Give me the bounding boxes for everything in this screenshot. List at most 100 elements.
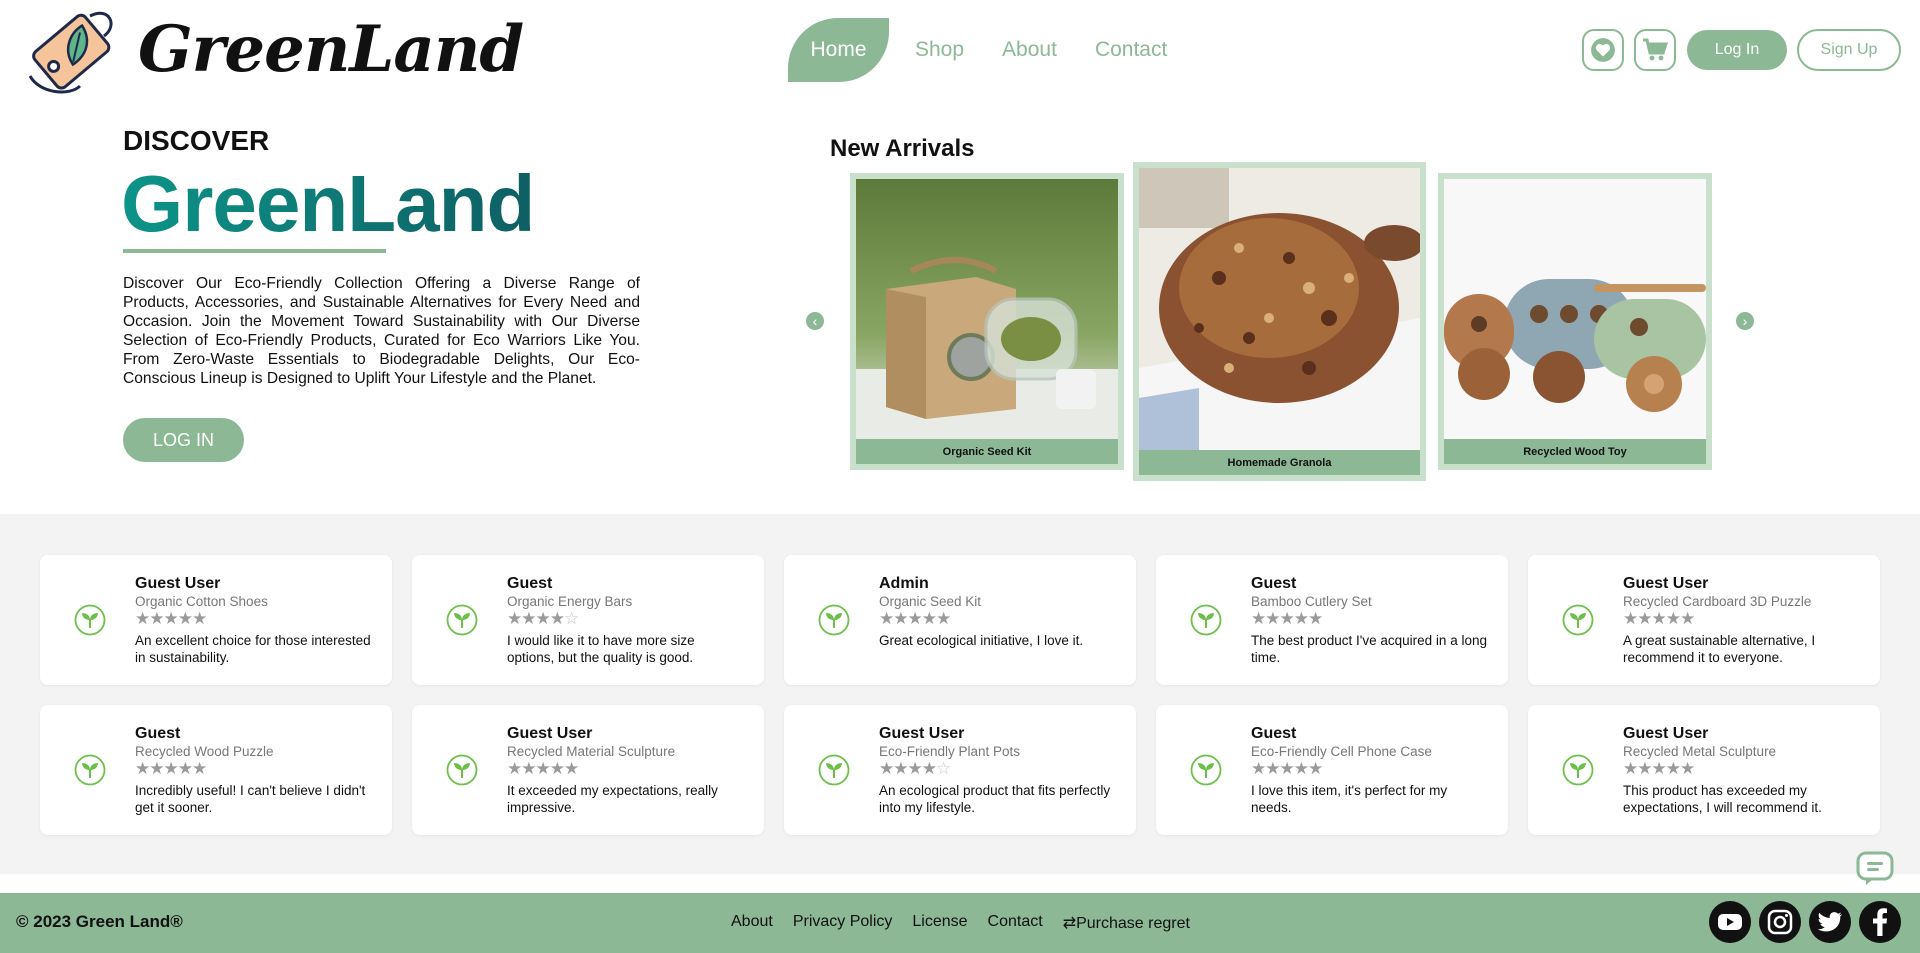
review-card: Guest User Organic Cotton Shoes ★★★★★ An… [40,555,392,685]
review-comment: Great ecological initiative, I love it. [879,633,1084,648]
star-rating: ★★★★★ [1251,759,1323,778]
footer-link-purchase-regret[interactable]: ⇄Purchase regret [1063,913,1190,933]
review-product[interactable]: Recycled Wood Puzzle [135,744,274,759]
review-comment: An ecological product that fits perfectl… [879,783,1111,815]
twitter-icon [1817,912,1842,932]
sprout-icon [818,604,850,636]
reviews-section: Guest User Organic Cotton Shoes ★★★★★ An… [0,514,1920,874]
logo-text[interactable]: GreenLand [138,12,524,87]
chat-icon[interactable] [1856,851,1894,887]
product-card-granola[interactable]: Homemade Granola [1133,162,1426,481]
review-product[interactable]: Organic Energy Bars [507,594,632,609]
star-rating: ★★★★★ [135,609,207,628]
footer-link-license[interactable]: License [912,913,967,933]
hero-eyebrow: DISCOVER [123,125,270,156]
star-rating: ★★★★☆ [879,759,951,778]
cart-button[interactable] [1634,29,1676,71]
hero-login-button[interactable]: LOG IN [123,418,244,462]
review-author: Guest User [1623,575,1709,592]
review-card: Guest User Recycled Cardboard 3D Puzzle … [1528,555,1880,685]
review-card: Guest User Recycled Material Sculpture ★… [412,705,764,835]
star-rating: ★★★★★ [135,759,207,778]
review-card: Admin Organic Seed Kit ★★★★★ Great ecolo… [784,555,1136,685]
chevron-left-icon: ‹ [812,313,818,329]
review-author: Admin [879,575,929,592]
star-rating: ★★★★★ [1623,609,1695,628]
star-rating: ★★★★★ [879,609,951,628]
review-card: Guest Organic Energy Bars ★★★★☆ I would … [412,555,764,685]
review-author: Guest User [1623,725,1709,742]
review-comment: The best product I've acquired in a long… [1251,633,1487,665]
review-card: Guest Recycled Wood Puzzle ★★★★★ Incredi… [40,705,392,835]
nav-about[interactable]: About [1002,38,1057,62]
chevron-right-icon: › [1742,313,1748,329]
seed-kit-image [856,179,1118,441]
star-rating: ★★★★★ [1623,759,1695,778]
twitter-button[interactable] [1809,901,1851,943]
youtube-icon [1718,914,1742,930]
carousel-next-button[interactable]: › [1736,312,1754,330]
product-card-wood-toy[interactable]: Recycled Wood Toy [1438,173,1712,470]
site-footer: © 2023 Green Land® About Privacy Policy … [0,893,1920,953]
granola-image [1139,168,1420,452]
facebook-button[interactable] [1859,901,1901,943]
sprout-icon [446,604,478,636]
review-product[interactable]: Organic Seed Kit [879,594,981,609]
login-button[interactable]: Log In [1687,30,1787,70]
wood-toy-caption: Recycled Wood Toy [1444,439,1706,464]
signup-button[interactable]: Sign Up [1797,29,1901,71]
review-product[interactable]: Eco-Friendly Plant Pots [879,744,1020,759]
review-comment: It exceeded my expectations, really impr… [507,783,718,815]
tag-leaf-logo-icon[interactable] [20,6,124,96]
review-comment: An excellent choice for those interested… [135,633,371,665]
review-product[interactable]: Recycled Cardboard 3D Puzzle [1623,594,1811,609]
wood-toy-image [1444,179,1706,441]
review-author: Guest [1251,725,1297,742]
nav-shop[interactable]: Shop [915,38,964,62]
youtube-button[interactable] [1709,901,1751,943]
nav-contact[interactable]: Contact [1095,38,1167,62]
granola-caption: Homemade Granola [1139,450,1420,475]
review-comment: Incredibly useful! I can't believe I did… [135,783,366,815]
main-nav: Home Shop About Contact [788,18,1205,82]
review-author: Guest User [135,575,221,592]
footer-links: About Privacy Policy License Contact ⇄Pu… [731,913,1210,933]
seed-kit-caption: Organic Seed Kit [856,439,1118,464]
review-product[interactable]: Bamboo Cutlery Set [1251,594,1372,609]
heart-icon [1591,38,1615,62]
review-product[interactable]: Eco-Friendly Cell Phone Case [1251,744,1432,759]
hero-description: Discover Our Eco-Friendly Collection Off… [123,275,640,387]
footer-link-privacy[interactable]: Privacy Policy [793,913,893,933]
review-card: Guest Bamboo Cutlery Set ★★★★★ The best … [1156,555,1508,685]
review-product[interactable]: Recycled Metal Sculpture [1623,744,1776,759]
new-arrivals-title: New Arrivals [830,135,975,162]
star-rating: ★★★★★ [507,759,579,778]
review-comment: A great sustainable alternative, I recom… [1623,633,1816,665]
review-product[interactable]: Organic Cotton Shoes [135,594,268,609]
brand-underline [123,249,386,253]
review-product[interactable]: Recycled Material Sculpture [507,744,675,759]
footer-link-contact[interactable]: Contact [988,913,1043,933]
review-author: Guest [507,575,553,592]
instagram-icon [1767,909,1793,935]
wishlist-button[interactable] [1582,29,1624,71]
sprout-icon [74,604,106,636]
review-card: Guest Eco-Friendly Cell Phone Case ★★★★★… [1156,705,1508,835]
sprout-icon [1562,604,1594,636]
star-rating: ★★★★★ [1251,609,1323,628]
review-author: Guest [1251,575,1297,592]
nav-home[interactable]: Home [788,18,889,82]
review-card: Guest User Eco-Friendly Plant Pots ★★★★☆… [784,705,1136,835]
carousel-prev-button[interactable]: ‹ [806,312,824,330]
facebook-icon [1873,908,1887,936]
star-rating: ★★★★☆ [507,609,579,628]
sprout-icon [1190,754,1222,786]
instagram-button[interactable] [1759,901,1801,943]
review-comment: I love this item, it's perfect for my ne… [1251,783,1448,815]
product-card-seed-kit[interactable]: Organic Seed Kit [850,173,1124,470]
copyright: © 2023 Green Land® [16,912,183,931]
review-card: Guest User Recycled Metal Sculpture ★★★★… [1528,705,1880,835]
sprout-icon [1562,754,1594,786]
sprout-icon [818,754,850,786]
footer-link-about[interactable]: About [731,913,773,933]
